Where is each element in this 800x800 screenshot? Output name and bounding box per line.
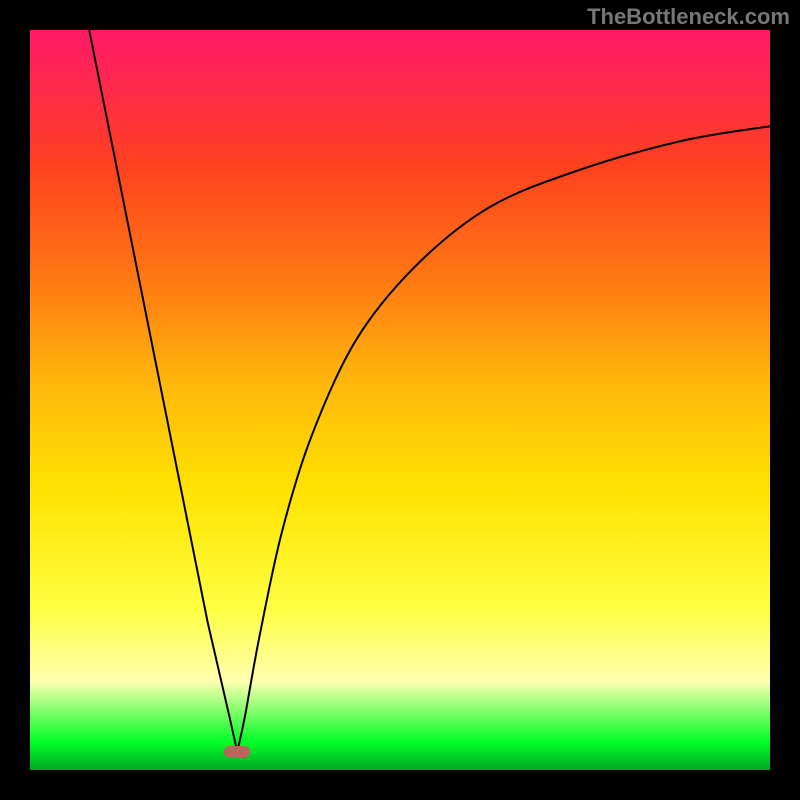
watermark-text: TheBottleneck.com [587, 4, 790, 30]
curve-left-branch [89, 30, 237, 752]
curve-right-branch [237, 126, 770, 751]
plot-area [30, 30, 770, 770]
bottleneck-curve [30, 30, 770, 770]
canvas: TheBottleneck.com [0, 0, 800, 800]
min-marker [224, 746, 250, 758]
